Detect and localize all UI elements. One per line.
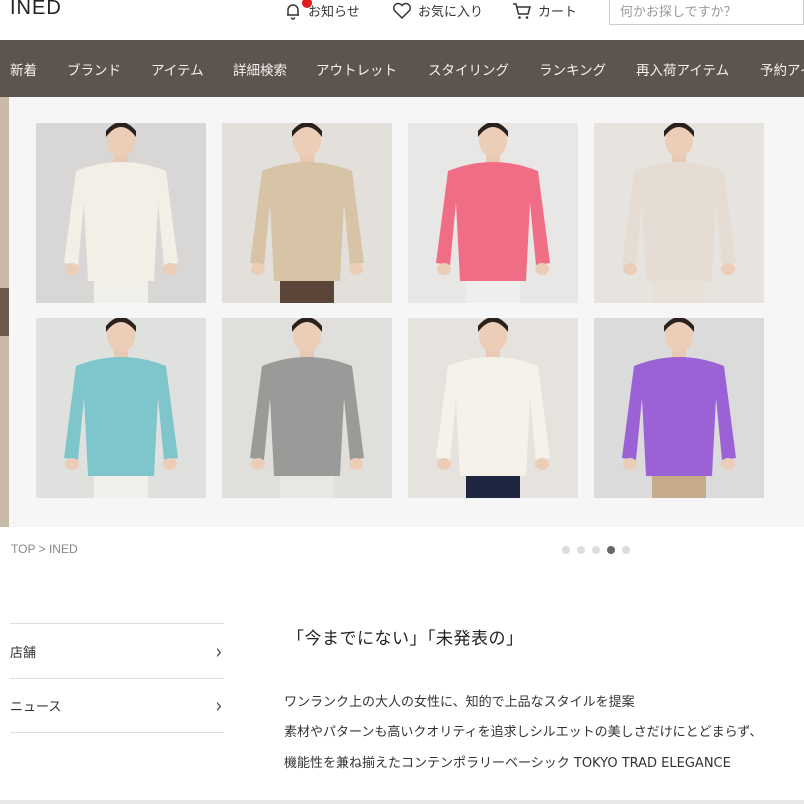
product-image[interactable] — [594, 318, 764, 498]
main-nav: 新着 ブランド アイテム 詳細検索 アウトレット スタイリング ランキング 再入… — [0, 40, 804, 97]
site-header: INED お知らせ お気に入り カート 何かお探しですか？ — [0, 0, 804, 40]
cart-link[interactable]: カート — [512, 1, 577, 20]
product-image[interactable] — [222, 318, 392, 498]
nav-item-search[interactable]: 詳細検索 — [233, 59, 287, 79]
hero-carousel[interactable] — [0, 97, 804, 527]
bell-icon — [284, 0, 312, 20]
brand-intro-title: 「今までにない」「未発表の」 — [287, 629, 524, 649]
nav-item-items[interactable]: アイテム — [151, 59, 204, 79]
search-placeholder: 何かお探しですか？ — [620, 5, 737, 20]
brand-intro-text: 素材やパターンも高いクオリティを追求しシルエットの美しさだけにとどまらず、 — [284, 725, 763, 740]
page-divider — [0, 800, 804, 804]
brand-intro-text: 機能性を兼ね揃えたコンテンポラリーベーシック TOKYO TRAD ELEGAN… — [284, 756, 731, 771]
notification-badge — [302, 0, 312, 8]
side-menu: 店舗 › ニュース › — [10, 623, 224, 733]
product-image[interactable] — [408, 318, 578, 498]
notifications-link[interactable]: お知らせ — [284, 0, 360, 20]
cart-label: カート — [538, 5, 578, 20]
heart-icon — [392, 2, 418, 20]
breadcrumb-current: INED — [48, 542, 78, 556]
nav-item-ranking[interactable]: ランキング — [539, 59, 606, 79]
side-menu-label: ニュース — [10, 700, 62, 715]
favorites-link[interactable]: お気に入り — [392, 1, 483, 20]
carousel-dot-active[interactable] — [607, 546, 615, 554]
search-input[interactable]: 何かお探しですか？ — [609, 0, 804, 25]
carousel-dot[interactable] — [562, 546, 570, 554]
chevron-right-icon: › — [215, 638, 222, 664]
carousel-pagination — [562, 546, 630, 554]
notifications-label: お知らせ — [308, 5, 360, 20]
product-image[interactable] — [222, 123, 392, 303]
breadcrumb-separator: > — [38, 542, 46, 556]
product-image[interactable] — [408, 123, 578, 303]
favorites-label: お気に入り — [418, 5, 484, 20]
site-logo[interactable]: INED — [10, 0, 62, 20]
breadcrumb: TOP > INED — [11, 542, 78, 556]
nav-item-brand[interactable]: ブランド — [67, 59, 121, 79]
brand-intro-text: ワンランク上の大人の女性に、知的で上品なスタイルを提案 — [284, 695, 635, 710]
side-menu-item-news[interactable]: ニュース › — [10, 678, 224, 733]
side-menu-label: 店舗 — [10, 645, 37, 661]
product-image[interactable] — [594, 123, 764, 303]
carousel-dot[interactable] — [592, 546, 600, 554]
nav-item-new[interactable]: 新着 — [10, 59, 37, 79]
side-menu-item-stores[interactable]: 店舗 › — [10, 623, 224, 678]
nav-item-restock[interactable]: 再入荷アイテム — [636, 59, 729, 79]
chevron-right-icon: › — [215, 693, 222, 718]
nav-item-styling[interactable]: スタイリング — [428, 59, 509, 79]
carousel-dot[interactable] — [577, 546, 585, 554]
cart-icon — [512, 2, 538, 20]
product-image[interactable] — [36, 123, 206, 303]
carousel-dot[interactable] — [622, 546, 630, 554]
nav-item-preorder[interactable]: 予約アイ — [760, 59, 804, 79]
breadcrumb-top-link[interactable]: TOP — [11, 542, 35, 556]
previous-slide-handle[interactable] — [0, 288, 9, 336]
product-image[interactable] — [36, 318, 206, 498]
nav-item-outlet[interactable]: アウトレット — [316, 59, 397, 79]
